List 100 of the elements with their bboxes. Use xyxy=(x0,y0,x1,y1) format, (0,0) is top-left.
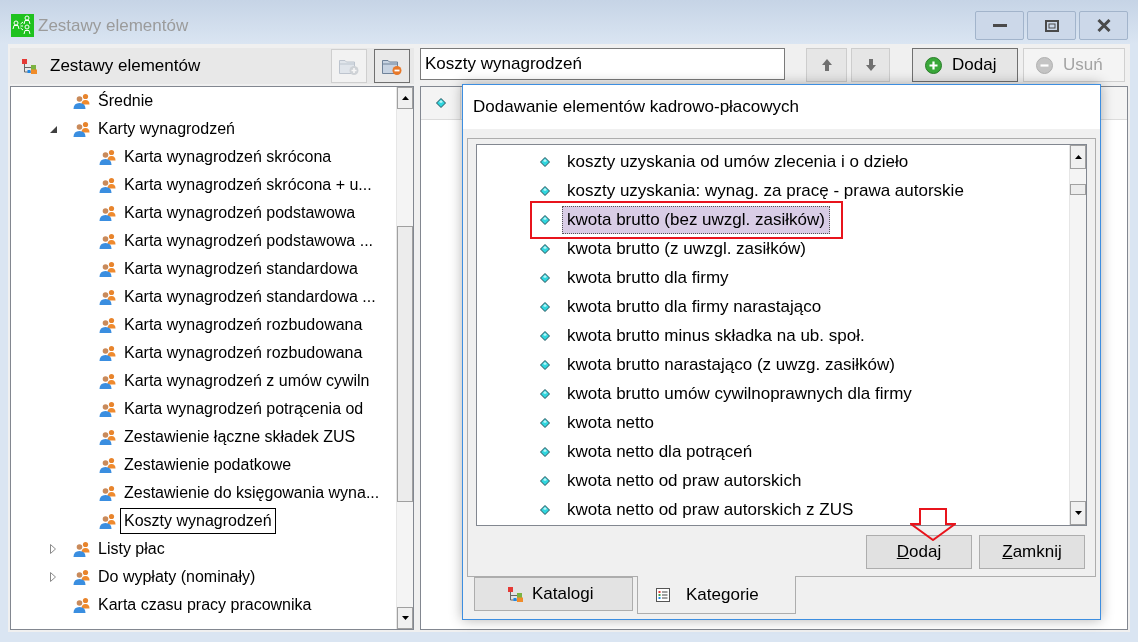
diamond-icon xyxy=(540,475,550,486)
people-icon xyxy=(99,513,117,529)
tree-item[interactable]: Do wypłaty (nominały) xyxy=(94,564,260,590)
folder-add-icon xyxy=(339,57,359,75)
tree-item[interactable]: Średnie xyxy=(94,88,158,114)
move-down-button[interactable] xyxy=(851,48,890,82)
tree-item[interactable]: Karta wynagrodzeń potrącenia od xyxy=(120,396,368,422)
tree-item[interactable]: Zestawienie łączne składek ZUS xyxy=(120,424,360,450)
close-button[interactable]: Zamknij xyxy=(979,535,1085,569)
triangle-down-icon xyxy=(1074,511,1082,515)
diamond-icon xyxy=(540,446,550,457)
minimize-button[interactable] xyxy=(975,11,1024,40)
diamond-icon xyxy=(540,156,550,167)
people-icon xyxy=(99,261,117,277)
diamond-icon xyxy=(435,98,446,108)
diamond-icon xyxy=(540,359,550,370)
people-icon xyxy=(99,345,117,361)
people-icon xyxy=(73,121,91,137)
list-icon xyxy=(656,587,670,602)
tree-item[interactable]: Zestawienie do księgowania wyna... xyxy=(120,480,384,506)
triangle-down-icon xyxy=(401,616,409,620)
triangle-up-icon xyxy=(1074,155,1082,159)
hierarchy-icon xyxy=(508,586,523,602)
tab[interactable]: Katalogi xyxy=(474,577,633,611)
tree-item[interactable]: Karta wynagrodzeń rozbudowana xyxy=(120,312,367,338)
minus-icon xyxy=(1036,56,1053,74)
window-title: Zestawy elementów xyxy=(38,15,189,37)
people-icon xyxy=(73,597,91,613)
scroll-up-button[interactable] xyxy=(397,87,413,109)
tree-item[interactable]: Karta wynagrodzeń podstawowa xyxy=(120,200,360,226)
tree-item[interactable]: Karta wynagrodzeń skrócona xyxy=(120,144,336,170)
tree-item[interactable]: Karta wynagrodzeń skrócona + u... xyxy=(120,172,376,198)
diamond-icon xyxy=(540,301,550,312)
list-item[interactable]: kwota netto dla potrąceń xyxy=(562,437,758,466)
arrow-up-icon xyxy=(821,59,832,71)
diamond-icon xyxy=(540,330,550,341)
diamond-icon xyxy=(540,272,550,283)
list-item[interactable]: kwota netto xyxy=(562,408,659,437)
tree-item[interactable]: Karta wynagrodzeń z umów cywiln xyxy=(120,368,374,394)
tree-item[interactable]: Zestawienie podatkowe xyxy=(120,452,296,478)
tree-item[interactable]: Karty wynagrodzeń xyxy=(94,116,239,142)
diamond-icon xyxy=(540,504,550,515)
folder-remove-icon xyxy=(382,57,402,75)
maximize-icon xyxy=(1044,19,1059,32)
caret-icon[interactable] xyxy=(49,125,57,133)
tree-item[interactable]: Karta wynagrodzeń standardowa ... xyxy=(120,284,380,310)
minimize-icon xyxy=(992,24,1007,27)
tree-item[interactable]: Karta wynagrodzeń rozbudowana xyxy=(120,340,367,366)
tree-item[interactable]: Karta wynagrodzeń podstawowa ... xyxy=(120,228,378,254)
list-item[interactable]: kwota netto od praw autorskich xyxy=(562,466,807,495)
list-item[interactable]: kwota brutto (bez uwzgl. zasiłków) xyxy=(562,205,830,234)
diamond-icon xyxy=(540,185,550,196)
people-icon xyxy=(73,93,91,109)
diamond-icon xyxy=(540,388,550,399)
people-icon xyxy=(99,317,117,333)
list-item[interactable]: kwota brutto narastająco (z uwzg. zasiłków) xyxy=(562,350,900,379)
list-item[interactable]: kwota netto od praw autorskich z ZUS xyxy=(562,495,859,524)
people-icon xyxy=(99,485,117,501)
scrollbar-thumb[interactable] xyxy=(1070,184,1086,195)
dialog-title: Dodawanie elementów kadrowo-płacowych xyxy=(473,96,799,119)
tree-item[interactable]: Listy płac xyxy=(94,536,169,562)
tree-item[interactable]: Karta wynagrodzeń standardowa xyxy=(120,256,362,282)
move-up-button[interactable] xyxy=(806,48,847,82)
close-icon xyxy=(1096,19,1111,32)
hierarchy-icon xyxy=(22,58,37,74)
tree-item[interactable]: Karta czasu pracy pracownika xyxy=(94,592,316,618)
maximize-button[interactable] xyxy=(1027,11,1076,40)
people-icon xyxy=(99,401,117,417)
list-item[interactable]: koszty uzyskania od umów zlecenia i o dzieło xyxy=(562,147,914,176)
panel-title: Zestawy elementów xyxy=(50,55,201,78)
tab[interactable]: Kategorie xyxy=(637,576,796,614)
people-icon xyxy=(11,14,34,37)
name-field[interactable]: Koszty wynagrodzeń xyxy=(420,48,785,80)
scroll-down-button[interactable] xyxy=(1070,501,1086,525)
people-icon xyxy=(73,569,91,585)
tree-item[interactable]: Koszty wynagrodzeń xyxy=(120,508,276,534)
diamond-icon xyxy=(540,243,550,254)
list-item[interactable]: kwota brutto dla firmy narastająco xyxy=(562,292,827,321)
people-icon xyxy=(99,457,117,473)
list-item[interactable]: kwota brutto dla firmy xyxy=(562,263,734,292)
scroll-down-button[interactable] xyxy=(397,607,413,629)
add-button[interactable]: Dodaj xyxy=(866,535,972,569)
scrollbar-thumb[interactable] xyxy=(397,226,413,502)
triangle-up-icon xyxy=(401,96,409,100)
list-item[interactable]: koszty uzyskania: wynag. za pracę - prawa autorskie xyxy=(562,176,969,205)
people-icon xyxy=(99,289,117,305)
scroll-up-button[interactable] xyxy=(1070,145,1086,169)
remove-folder-button[interactable] xyxy=(374,49,410,83)
people-icon xyxy=(73,541,91,557)
people-icon xyxy=(99,177,117,193)
arrow-down-icon xyxy=(865,59,876,71)
add-button[interactable]: Dodaj xyxy=(912,48,1018,82)
list-item[interactable]: kwota brutto minus składka na ub. społ. xyxy=(562,321,870,350)
diamond-icon xyxy=(540,417,550,428)
list-item[interactable]: kwota brutto umów cywilnoprawnych dla firmy xyxy=(562,379,917,408)
list-item[interactable]: kwota brutto (z uwzgl. zasiłków) xyxy=(562,234,812,263)
people-icon xyxy=(99,429,117,445)
close-button[interactable] xyxy=(1079,11,1128,40)
people-icon xyxy=(99,233,117,249)
plus-icon xyxy=(925,56,942,74)
